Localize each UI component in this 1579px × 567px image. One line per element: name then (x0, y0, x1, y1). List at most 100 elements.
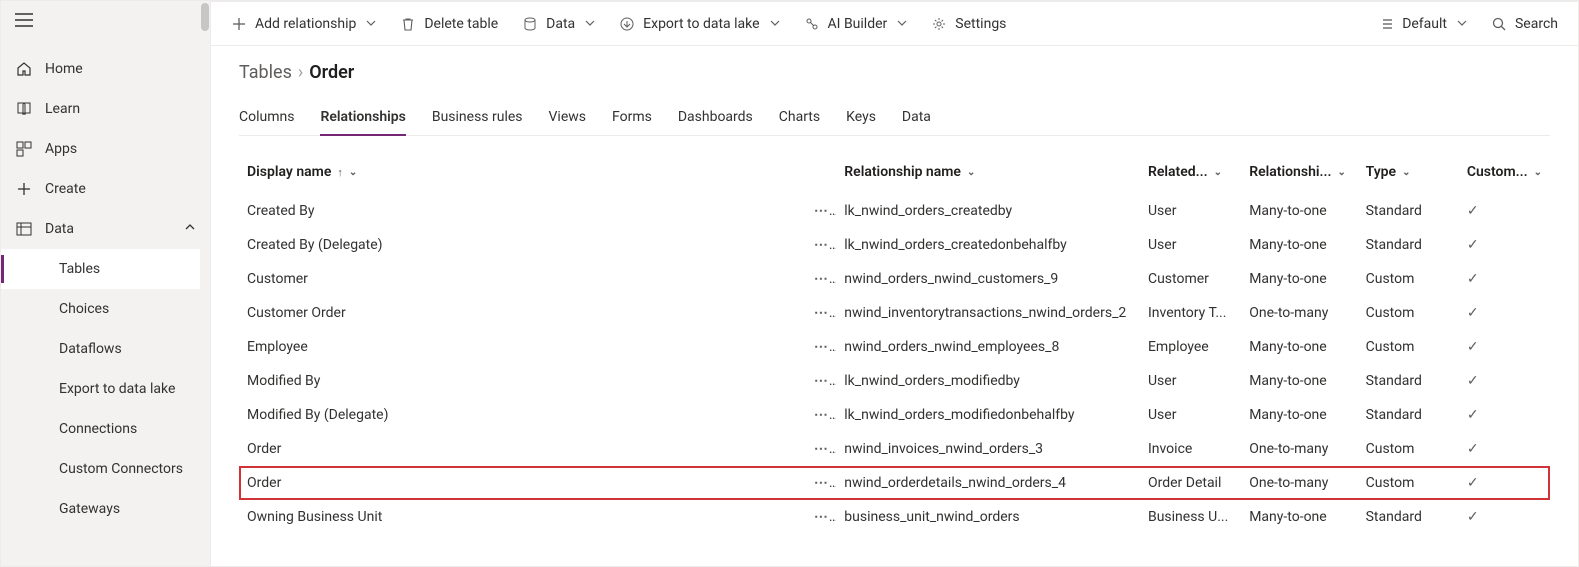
table-row[interactable]: Modified By (Delegate) ⋯ lk_nwind_orders… (239, 398, 1550, 432)
cell-display-name[interactable]: Order (239, 466, 806, 500)
tab-dashboards[interactable]: Dashboards (678, 103, 753, 135)
cell-text: Customer (247, 271, 308, 287)
sidebar-item-choices[interactable]: Choices (1, 289, 210, 329)
cell-text: Invoice (1148, 441, 1192, 457)
book-icon (15, 101, 33, 117)
sidebar-item-gateways[interactable]: Gateways (1, 489, 210, 529)
cell-display-name[interactable]: Modified By (239, 364, 806, 398)
cell-display-name[interactable]: Employee (239, 330, 806, 364)
sidebar-item-apps[interactable]: Apps (1, 129, 210, 169)
sidebar-scrollbar[interactable] (200, 1, 210, 566)
header-customizable[interactable]: Custom... ⌄ (1459, 154, 1550, 194)
cell-relationship-type: Many-to-one (1241, 194, 1357, 228)
cell-customizable: ✓ (1459, 330, 1550, 364)
cell-display-name[interactable]: Customer Order (239, 296, 806, 330)
ai-builder-button[interactable]: AI Builder (794, 10, 918, 38)
cell-text: lk_nwind_orders_createdby (844, 203, 1012, 219)
header-relationship-name[interactable]: Relationship name ⌄ (836, 154, 1140, 194)
cell-display-name[interactable]: Customer (239, 262, 806, 296)
more-actions-icon[interactable]: ⋯ (814, 373, 836, 389)
table-row[interactable]: Customer Order ⋯ nwind_inventorytransact… (239, 296, 1550, 330)
sidebar-item-tables[interactable]: Tables (1, 249, 210, 289)
hamburger-button[interactable] (1, 1, 210, 39)
tab-relationships[interactable]: Relationships (320, 103, 405, 135)
cell-type: Standard (1358, 398, 1459, 432)
cell-display-name[interactable]: Owning Business Unit (239, 500, 806, 534)
sidebar-item-custom-connectors[interactable]: Custom Connectors (1, 449, 210, 489)
cell-display-name[interactable]: Created By (239, 194, 806, 228)
more-actions-icon[interactable]: ⋯ (814, 237, 836, 253)
tab-views[interactable]: Views (549, 103, 587, 135)
tab-keys[interactable]: Keys (846, 103, 876, 135)
cell-customizable: ✓ (1459, 364, 1550, 398)
cell-text: Owning Business Unit (247, 509, 382, 525)
cell-relationship-type: One-to-many (1241, 466, 1357, 500)
search-button[interactable]: Search (1481, 10, 1568, 38)
sidebar-item-export-data-lake[interactable]: Export to data lake (1, 369, 210, 409)
header-relationship-type[interactable]: Relationshi... ⌄ (1241, 154, 1357, 194)
cell-text: business_unit_nwind_orders (844, 509, 1019, 525)
more-actions-icon[interactable]: ⋯ (814, 441, 836, 457)
command-bar: Add relationship Delete table Data (211, 2, 1578, 46)
more-actions-icon[interactable]: ⋯ (814, 339, 836, 355)
sidebar-item-dataflows[interactable]: Dataflows (1, 329, 210, 369)
trash-icon (400, 16, 416, 32)
cell-type: Custom (1358, 262, 1459, 296)
cell-relationship-name: nwind_invoices_nwind_orders_3 (836, 432, 1140, 466)
data-button[interactable]: Data (512, 10, 605, 38)
sidebar-item-connections[interactable]: Connections (1, 409, 210, 449)
more-actions-icon[interactable]: ⋯ (814, 271, 836, 287)
sidebar-item-home[interactable]: Home (1, 49, 210, 89)
cell-text: Standard (1366, 373, 1422, 389)
cell-text: Many-to-one (1249, 271, 1327, 287)
scrollbar-thumb[interactable] (201, 3, 209, 31)
table-row[interactable]: Order ⋯ nwind_orderdetails_nwind_orders_… (239, 466, 1550, 500)
table-row[interactable]: Created By ⋯ lk_nwind_orders_createdby U… (239, 194, 1550, 228)
add-relationship-button[interactable]: Add relationship (221, 10, 386, 38)
table-row[interactable]: Created By (Delegate) ⋯ lk_nwind_orders_… (239, 228, 1550, 262)
tab-columns[interactable]: Columns (239, 103, 294, 135)
header-display-name[interactable]: Display name ↑ ⌄ (239, 154, 806, 194)
check-icon: ✓ (1467, 373, 1479, 389)
cell-actions: ⋯ (806, 364, 836, 398)
table-row[interactable]: Customer ⋯ nwind_orders_nwind_customers_… (239, 262, 1550, 296)
cell-display-name[interactable]: Modified By (Delegate) (239, 398, 806, 432)
cell-customizable: ✓ (1459, 194, 1550, 228)
cell-relationship-type: Many-to-one (1241, 500, 1357, 534)
settings-button[interactable]: Settings (921, 10, 1016, 38)
tab-forms[interactable]: Forms (612, 103, 652, 135)
sidebar-item-learn[interactable]: Learn (1, 89, 210, 129)
table-row[interactable]: Modified By ⋯ lk_nwind_orders_modifiedby… (239, 364, 1550, 398)
export-data-lake-button[interactable]: Export to data lake (609, 10, 789, 38)
breadcrumb-root[interactable]: Tables (239, 62, 292, 83)
header-label: Custom... (1467, 164, 1528, 180)
cell-actions: ⋯ (806, 194, 836, 228)
header-type[interactable]: Type ⌄ (1358, 154, 1459, 194)
command-label: Data (546, 16, 575, 32)
cell-actions: ⋯ (806, 500, 836, 534)
cell-text: Created By (Delegate) (247, 237, 383, 253)
cell-actions: ⋯ (806, 296, 836, 330)
tab-business-rules[interactable]: Business rules (432, 103, 523, 135)
header-related-table[interactable]: Related... ⌄ (1140, 154, 1241, 194)
more-actions-icon[interactable]: ⋯ (814, 475, 836, 491)
more-actions-icon[interactable]: ⋯ (814, 203, 836, 219)
tab-charts[interactable]: Charts (779, 103, 820, 135)
cell-text: Many-to-one (1249, 237, 1327, 253)
cell-customizable: ✓ (1459, 228, 1550, 262)
delete-table-button[interactable]: Delete table (390, 10, 508, 38)
more-actions-icon[interactable]: ⋯ (814, 509, 836, 525)
sidebar-item-data[interactable]: Data (1, 209, 210, 249)
table-row[interactable]: Order ⋯ nwind_invoices_nwind_orders_3 In… (239, 432, 1550, 466)
tab-data[interactable]: Data (902, 103, 931, 135)
more-actions-icon[interactable]: ⋯ (814, 305, 836, 321)
sidebar-item-create[interactable]: Create (1, 169, 210, 209)
cell-type: Standard (1358, 500, 1459, 534)
cell-display-name[interactable]: Created By (Delegate) (239, 228, 806, 262)
cell-text: Customer (1148, 271, 1209, 287)
cell-display-name[interactable]: Order (239, 432, 806, 466)
view-selector-button[interactable]: Default (1368, 10, 1477, 38)
table-row[interactable]: Owning Business Unit ⋯ business_unit_nwi… (239, 500, 1550, 534)
more-actions-icon[interactable]: ⋯ (814, 407, 836, 423)
table-row[interactable]: Employee ⋯ nwind_orders_nwind_employees_… (239, 330, 1550, 364)
